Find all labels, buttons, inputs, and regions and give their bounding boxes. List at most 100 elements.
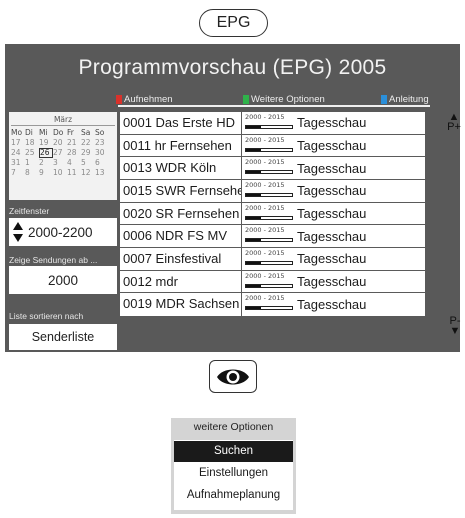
program-time-label: 2000 - 2015 (245, 294, 285, 303)
channel-list[interactable]: 0001 Das Erste HD 2000 - 2015 Tagesschau 00… (120, 112, 425, 316)
calendar-day[interactable]: 23 (95, 138, 109, 148)
calendar-day[interactable]: 4 (67, 158, 81, 168)
green-key-icon (243, 94, 249, 104)
calendar-day-selected[interactable]: 26 (39, 148, 53, 158)
page-title: Programmvorschau (EPG) 2005 (78, 56, 387, 79)
calendar-day[interactable]: 21 (67, 138, 81, 148)
calendar-weekday: Di (25, 128, 33, 137)
program-time-label: 2000 - 2015 (245, 158, 285, 167)
channel-row[interactable]: 0015 SWR Fernsehen 2000 - 2015 Tagesschau (120, 180, 425, 203)
calendar-day[interactable]: 30 (95, 148, 109, 158)
calendar-day[interactable]: 11 (67, 168, 81, 178)
calendar-day[interactable]: 18 (25, 138, 39, 148)
channel-name: 0019 MDR Sachsen (120, 293, 242, 316)
calendar-day[interactable]: 9 (39, 168, 53, 178)
channel-name: 0006 NDR FS MV (120, 225, 242, 247)
program-progress-fill (246, 307, 262, 310)
calendar-day[interactable]: 3 (53, 158, 67, 168)
channel-row[interactable]: 0012 mdr 2000 - 2015 Tagesschau (120, 270, 425, 294)
calendar-day[interactable]: 6 (95, 158, 109, 168)
calendar-week: 31 1 2 3 4 5 6 (9, 158, 117, 168)
calendar-day[interactable]: 1 (25, 158, 39, 168)
calendar-day[interactable]: 8 (25, 168, 39, 178)
channel-row[interactable]: 0013 WDR Köln 2000 - 2015 Tagesschau (120, 157, 425, 180)
channel-name: 0007 Einsfestival (120, 248, 242, 270)
program-progress-fill (246, 194, 262, 196)
legend-more-options: Weitere Optionen (243, 93, 325, 105)
program-time-label: 2000 - 2015 (245, 249, 285, 257)
epg-button[interactable]: EPG (199, 9, 268, 37)
legend-record: Aufnehmen (116, 93, 173, 105)
calendar-day[interactable]: 22 (81, 138, 95, 148)
calendar-day[interactable]: 28 (67, 148, 81, 158)
up-down-arrows-icon[interactable] (11, 221, 25, 243)
calendar-day[interactable]: 19 (39, 138, 53, 148)
sortierung-label: Liste sortieren nach (9, 311, 84, 321)
calendar-day[interactable]: 20 (53, 138, 67, 148)
program-progress-fill (246, 171, 262, 174)
program-progress-bar (245, 283, 293, 288)
program-progress-bar (245, 193, 293, 197)
program-progress-bar (245, 261, 293, 265)
popup-menu: Suchen Einstellungen Aufnahmeplanung (174, 440, 293, 510)
program-progress-bar (245, 238, 293, 243)
program-time-label: 2000 - 2015 (245, 135, 285, 144)
calendar-weekday: Sa (81, 128, 91, 137)
calendar-day[interactable]: 7 (11, 168, 25, 178)
calendar-day[interactable]: 5 (81, 158, 95, 168)
popup-item[interactable]: Suchen (174, 441, 293, 462)
popup-item[interactable]: Einstellungen (174, 463, 293, 484)
page-up-indicator[interactable]: ▲ P+ (447, 112, 461, 133)
channel-row[interactable]: 0011 hr Fernsehen 2000 - 2015 Tagesschau (120, 134, 425, 158)
legend-more-options-label: Weitere Optionen (251, 93, 325, 105)
program-progress-bar (245, 125, 293, 129)
calendar-day[interactable]: 17 (11, 138, 25, 148)
calendar-month: März (53, 115, 73, 124)
epg-screen: Programmvorschau (EPG) 2005 Aufnehmen We… (5, 44, 460, 352)
zeitfenster-field[interactable]: 2000-2200 (9, 218, 117, 246)
zeitfenster-value: 2000-2200 (28, 224, 93, 240)
calendar-week: 17 18 19 20 21 22 23 (9, 138, 117, 148)
program-time: 2000 - 2015 (245, 248, 295, 270)
calendar-day[interactable]: 12 (81, 168, 95, 178)
legend-record-label: Aufnehmen (124, 93, 173, 105)
program-title: Tagesschau (297, 160, 367, 176)
channel-row[interactable]: 0001 Das Erste HD 2000 - 2015 Tagesschau (120, 112, 425, 135)
sortierung-field[interactable]: Senderliste (9, 324, 117, 350)
popup-item[interactable]: Aufnahmeplanung (174, 485, 293, 506)
program-title: Tagesschau (297, 205, 367, 221)
program-time: 2000 - 2015 (245, 271, 295, 293)
program-time: 2000 - 2015 (245, 203, 295, 225)
calendar-day[interactable]: 10 (53, 168, 67, 178)
program-time: 2000 - 2015 (245, 180, 295, 202)
calendar-day[interactable]: 27 (53, 148, 67, 158)
channel-name: 0012 mdr (120, 270, 242, 293)
calendar-divider (11, 125, 115, 126)
program-title: Tagesschau (297, 115, 367, 131)
page-down-indicator[interactable]: P- ▼ (448, 316, 462, 337)
channel-row[interactable]: 0006 NDR FS MV 2000 - 2015 Tagesschau (120, 225, 425, 248)
program-time: 2000 - 2015 (245, 135, 295, 157)
calendar-day[interactable]: 24 (11, 148, 25, 158)
channel-row[interactable]: 0007 Einsfestival 2000 - 2015 Tagesschau (120, 248, 425, 271)
eye-button[interactable] (209, 360, 257, 393)
channel-row[interactable]: 0020 SR Fernsehen 2000 - 2015 Tagesschau (120, 202, 425, 226)
program-progress-fill (246, 262, 262, 264)
calendar-day[interactable]: 2 (39, 158, 53, 168)
channel-name: 0011 hr Fernsehen (120, 134, 242, 157)
calendar-day[interactable]: 31 (11, 158, 25, 168)
legend-guide: Anleitung (381, 93, 429, 105)
program-progress-fill (246, 148, 262, 151)
calendar-day[interactable]: 25 (25, 148, 39, 158)
calendar-day[interactable]: 29 (81, 148, 95, 158)
channel-row[interactable]: 0019 MDR Sachsen 2000 - 2015 Tagesschau (120, 293, 425, 316)
zeitfenster-label: Zeitfenster (9, 206, 50, 216)
calendar-day[interactable]: 13 (95, 168, 109, 178)
sendungen-ab-label: Zeige Sendungen ab ... (9, 255, 98, 265)
sendungen-ab-field[interactable]: 2000 (9, 266, 117, 294)
program-progress-bar (245, 215, 293, 220)
calendar[interactable]: März Mo Di Mi Do Fr Sa So 17 18 19 20 21 22 23 24 25 26… (9, 112, 117, 200)
eye-icon (217, 369, 249, 384)
program-title: Tagesschau (297, 273, 367, 289)
program-time-label: 2000 - 2015 (245, 113, 285, 121)
